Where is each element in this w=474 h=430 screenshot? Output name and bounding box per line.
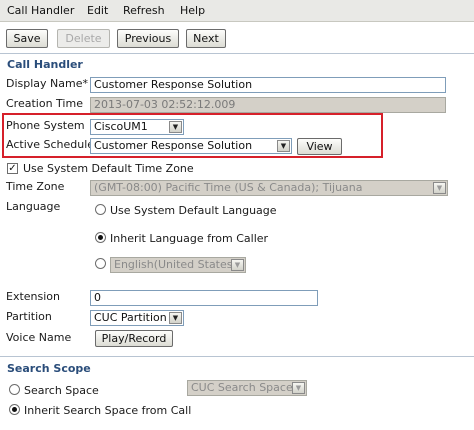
partition-value: CUC Partition: [94, 311, 167, 324]
inherit-search-space-radio[interactable]: [9, 404, 20, 415]
view-button[interactable]: View: [297, 138, 342, 155]
search-space-value: CUC Search Space: [191, 381, 293, 394]
divider: [0, 53, 474, 54]
creation-time-field: 2013-07-03 02:52:12.009: [90, 97, 446, 113]
play-record-button[interactable]: Play/Record: [95, 330, 173, 347]
active-schedule-select[interactable]: Customer Response Solution ▼: [90, 138, 292, 154]
language-inherit-radio[interactable]: [95, 232, 106, 243]
dropdown-arrow-icon: ▼: [169, 121, 182, 133]
language-custom-value: English(United States): [114, 258, 237, 271]
time-zone-label: Time Zone: [6, 180, 65, 193]
section-title-call-handler: Call Handler: [7, 58, 83, 71]
save-button[interactable]: Save: [6, 29, 48, 48]
dropdown-arrow-icon: ▼: [231, 259, 244, 271]
display-name-input[interactable]: Customer Response Solution: [90, 77, 446, 93]
previous-button[interactable]: Previous: [117, 29, 179, 48]
language-label: Language: [6, 200, 61, 213]
partition-select[interactable]: CUC Partition ▼: [90, 310, 184, 326]
search-space-select: CUC Search Space ▼: [187, 380, 307, 396]
partition-label: Partition: [6, 310, 52, 323]
dropdown-arrow-icon: ▼: [292, 382, 305, 394]
time-zone-value: (GMT-08:00) Pacific Time (US & Canada); …: [94, 181, 363, 194]
divider: [0, 356, 474, 357]
use-system-tz-label: Use System Default Time Zone: [23, 162, 194, 175]
menu-help[interactable]: Help: [180, 4, 205, 17]
use-system-tz-checkbox[interactable]: ✓: [7, 163, 18, 174]
phone-system-label: Phone System: [6, 119, 85, 132]
dropdown-arrow-icon: ▼: [433, 182, 446, 194]
section-title-search-scope: Search Scope: [7, 362, 91, 375]
menu-edit[interactable]: Edit: [87, 4, 108, 17]
voice-name-label: Voice Name: [6, 331, 72, 344]
menu-bar: Call Handler Edit Refresh Help: [0, 0, 474, 22]
creation-time-label: Creation Time: [6, 97, 83, 110]
extension-input[interactable]: 0: [90, 290, 318, 306]
menu-call-handler[interactable]: Call Handler: [7, 4, 74, 17]
language-custom-radio[interactable]: [95, 258, 106, 269]
active-schedule-value: Customer Response Solution: [94, 139, 253, 152]
time-zone-select: (GMT-08:00) Pacific Time (US & Canada); …: [90, 180, 448, 196]
search-space-radio[interactable]: [9, 384, 20, 395]
language-custom-select: English(United States) ▼: [110, 257, 246, 273]
dropdown-arrow-icon: ▼: [169, 312, 182, 324]
extension-label: Extension: [6, 290, 61, 303]
inherit-search-space-label: Inherit Search Space from Call: [24, 404, 192, 417]
active-schedule-label: Active Schedule: [6, 138, 95, 151]
dropdown-arrow-icon: ▼: [277, 140, 290, 152]
display-name-label: Display Name*: [6, 77, 88, 90]
phone-system-value: CiscoUM1: [94, 120, 148, 133]
search-space-label: Search Space: [24, 384, 99, 397]
language-system-default-label: Use System Default Language: [110, 204, 277, 217]
next-button[interactable]: Next: [186, 29, 226, 48]
delete-button[interactable]: Delete: [57, 29, 110, 48]
menu-refresh[interactable]: Refresh: [123, 4, 165, 17]
language-inherit-label: Inherit Language from Caller: [110, 232, 269, 245]
language-system-default-radio[interactable]: [95, 204, 106, 215]
phone-system-select[interactable]: CiscoUM1 ▼: [90, 119, 184, 135]
